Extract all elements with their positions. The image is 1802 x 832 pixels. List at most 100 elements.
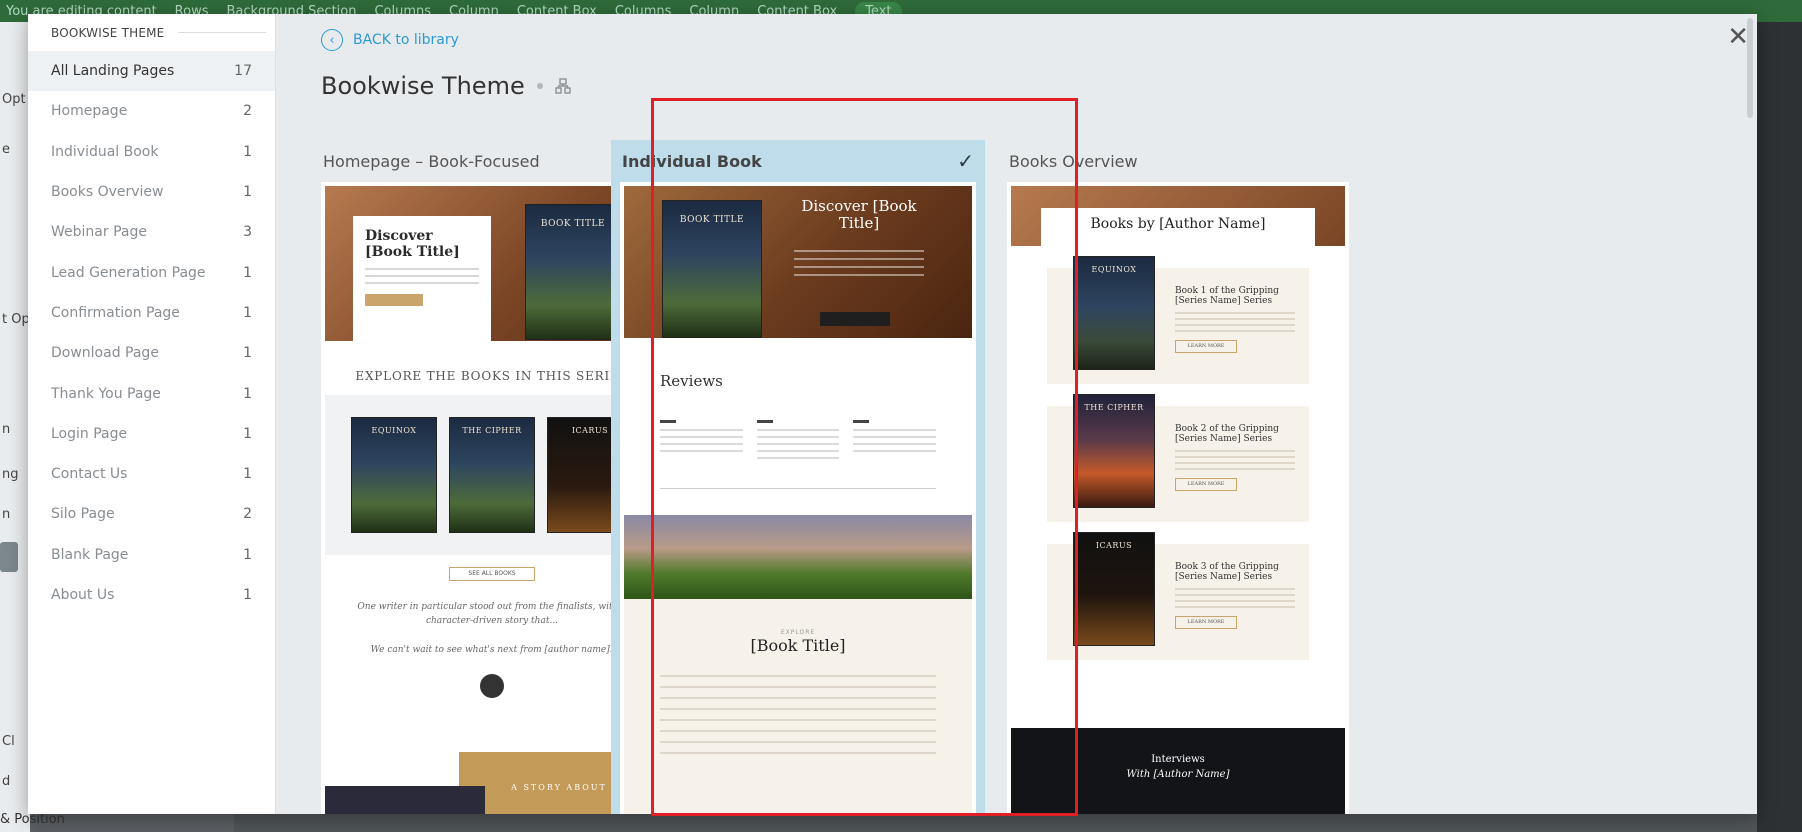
sidebar-item-webinar-page[interactable]: Webinar Page 3 — [28, 212, 275, 252]
preview-hero: BOOK TITLE Discover [Book Title] — [624, 186, 972, 338]
preview-series-cover: THE CIPHER — [449, 417, 535, 533]
template-card-individual-book[interactable]: Individual Book ✓ BOOK TITLE Discover [B… — [611, 140, 985, 814]
sidebar-item-label: Login Page — [51, 425, 128, 442]
sidebar-item-label: About Us — [51, 587, 115, 603]
sidebar-item-thank-you-page[interactable]: Thank You Page 1 — [28, 373, 275, 413]
preview-hero-title: Discover [Book Title] — [365, 228, 460, 261]
template-card-books-overview[interactable]: Books Overview Books by [Author Name] EQ… — [1007, 140, 1349, 814]
preview-interviews-title: Interviews — [1151, 754, 1205, 765]
sidebar-item-count: 1 — [243, 143, 252, 160]
panel-fragment: n — [2, 422, 11, 437]
preview-see-all-button: SEE ALL BOOKS — [449, 567, 535, 581]
sidebar-item-count: 1 — [243, 304, 252, 321]
preview-interviews-block: Interviews With [Author Name] — [1011, 728, 1345, 814]
sidebar-item-lead-generation-page[interactable]: Lead Generation Page 1 — [28, 252, 275, 292]
preview-series-band: EQUINOX THE CIPHER ICARUS — [325, 395, 659, 555]
sitemap-icon[interactable] — [555, 78, 571, 94]
preview-section-heading: EXPLORE THE BOOKS IN THIS SERIES — [355, 369, 629, 383]
preview-book-title: [Book Title] — [750, 636, 846, 655]
sidebar-item-count: 2 — [243, 103, 252, 120]
sidebar-item-confirmation-page[interactable]: Confirmation Page 1 — [28, 293, 275, 333]
sidebar-item-silo-page[interactable]: Silo Page 2 — [28, 494, 275, 534]
learn-more-label: LEARN MORE — [1187, 343, 1225, 349]
sidebar-item-label: Webinar Page — [51, 224, 147, 241]
panel-fragment: d — [2, 774, 11, 789]
template-preview[interactable]: BOOK TITLE Discover [Book Title] Reviews… — [620, 182, 976, 814]
separator-dot — [536, 83, 543, 89]
sidebar-item-count: 1 — [243, 345, 252, 362]
cover-title: EQUINOX — [371, 426, 417, 435]
template-preview[interactable]: Books by [Author Name] EQUINOX Book 1 of … — [1007, 182, 1349, 814]
preview-book-cover: BOOK TITLE — [662, 200, 762, 338]
preview-book-title: Book 2 of the Gripping [Series Name] Ser… — [1175, 424, 1279, 444]
preview-hero-box: Discover [Book Title] — [353, 216, 491, 346]
sidebar-item-count: 1 — [243, 466, 252, 483]
sidebar-item-label: Download Page — [51, 345, 159, 362]
preview-photo-band — [624, 515, 972, 599]
preview-quote-2: We can't wait to see what's next from [a… — [370, 645, 614, 655]
close-icon[interactable]: ✕ — [1727, 24, 1749, 50]
preview-series-cover: EQUINOX — [351, 417, 437, 533]
panel-fragment: Cl — [2, 734, 15, 749]
preview-book-row: EQUINOX Book 1 of the Gripping [Series Na… — [1047, 256, 1309, 384]
preview-book-row: ICARUS Book 3 of the Gripping [Series Nam… — [1047, 532, 1309, 660]
panel-fragment: Opt — [2, 92, 26, 107]
sidebar-item-contact-us[interactable]: Contact Us 1 — [28, 454, 275, 494]
sidebar-item-count: 1 — [243, 425, 252, 442]
sidebar-item-books-overview[interactable]: Books Overview 1 — [28, 172, 275, 212]
sidebar-item-homepage[interactable]: Homepage 2 — [28, 91, 275, 131]
preview-book-section: EXPLORE [Book Title] — [624, 599, 972, 814]
preview-hero-title: Discover [Book Title] — [801, 197, 917, 233]
preview-book-cover: EQUINOX — [1073, 256, 1155, 370]
preview-quote: One writer in particular stood out from … — [357, 602, 627, 626]
cover-title: BOOK TITLE — [679, 215, 745, 225]
sidebar-item-count: 17 — [234, 63, 252, 80]
card-label: Individual Book — [622, 151, 762, 171]
preview-hero: Discover [Book Title] BOOK TITLE — [325, 186, 659, 346]
preview-interviews-sub: With [Author Name] — [1126, 769, 1230, 780]
preview-buy-button — [820, 312, 890, 326]
panel-fragment: n — [2, 507, 11, 522]
chevron-left-icon: ‹ — [321, 29, 343, 51]
preview-dark-block — [325, 786, 485, 814]
sidebar-item-download-page[interactable]: Download Page 1 — [28, 333, 275, 373]
sidebar-item-login-page[interactable]: Login Page 1 — [28, 414, 275, 454]
template-library-modal: BOOKWISE THEME All Landing Pages 17 Homepa… — [28, 14, 1757, 814]
cover-title: THE CIPHER — [1084, 403, 1144, 412]
sidebar-item-about-us[interactable]: About Us 1 — [28, 575, 275, 615]
preview-book-title: Book 1 of the Gripping [Series Name] Ser… — [1175, 286, 1279, 306]
sidebar-item-label: Books Overview — [51, 184, 164, 201]
sidebar-item-label: Blank Page — [51, 546, 129, 563]
sidebar-item-label: Individual Book — [51, 143, 159, 160]
preview-book-row: THE CIPHER Book 2 of the Gripping [Series… — [1047, 394, 1309, 522]
sidebar-item-label: Contact Us — [51, 466, 128, 483]
preview-book-text: Book 1 of the Gripping [Series Name] Ser… — [1175, 286, 1295, 353]
preview-review-columns — [624, 390, 972, 474]
scrollbar[interactable] — [1747, 18, 1753, 118]
sidebar-item-count: 1 — [243, 264, 252, 281]
category-sidebar: BOOKWISE THEME All Landing Pages 17 Homepa… — [28, 14, 276, 814]
sidebar-item-blank-page[interactable]: Blank Page 1 — [28, 535, 275, 575]
sidebar-item-label: Lead Generation Page — [51, 264, 206, 281]
sidebar-item-all-landing-pages[interactable]: All Landing Pages 17 — [28, 51, 275, 92]
sidebar-item-individual-book[interactable]: Individual Book 1 — [28, 132, 275, 172]
learn-more-label: LEARN MORE — [1187, 481, 1225, 487]
learn-more-label: LEARN MORE — [1187, 619, 1225, 625]
title-row: Bookwise Theme — [321, 72, 571, 100]
preview-buy-button — [365, 294, 423, 307]
panel-fragment: ng — [2, 467, 19, 482]
sidebar-item-label: All Landing Pages — [51, 63, 175, 80]
panel-fragment: e — [2, 142, 10, 157]
sidebar-item-label: Silo Page — [51, 506, 115, 523]
sidebar-item-label: Homepage — [51, 103, 128, 120]
back-to-library-link[interactable]: ‹ BACK to library — [321, 29, 459, 51]
cover-title: ICARUS — [1095, 541, 1133, 550]
preview-book-text: Book 2 of the Gripping [Series Name] Ser… — [1175, 424, 1295, 491]
preview-avatar — [480, 673, 504, 698]
sidebar-item-count: 1 — [243, 546, 252, 563]
see-all-label: SEE ALL BOOKS — [468, 570, 516, 577]
page-title: Bookwise Theme — [321, 72, 525, 100]
card-label: Books Overview — [1009, 151, 1138, 171]
card-label-row: Individual Book ✓ — [620, 140, 976, 182]
sidebar-header: BOOKWISE THEME — [28, 14, 275, 51]
